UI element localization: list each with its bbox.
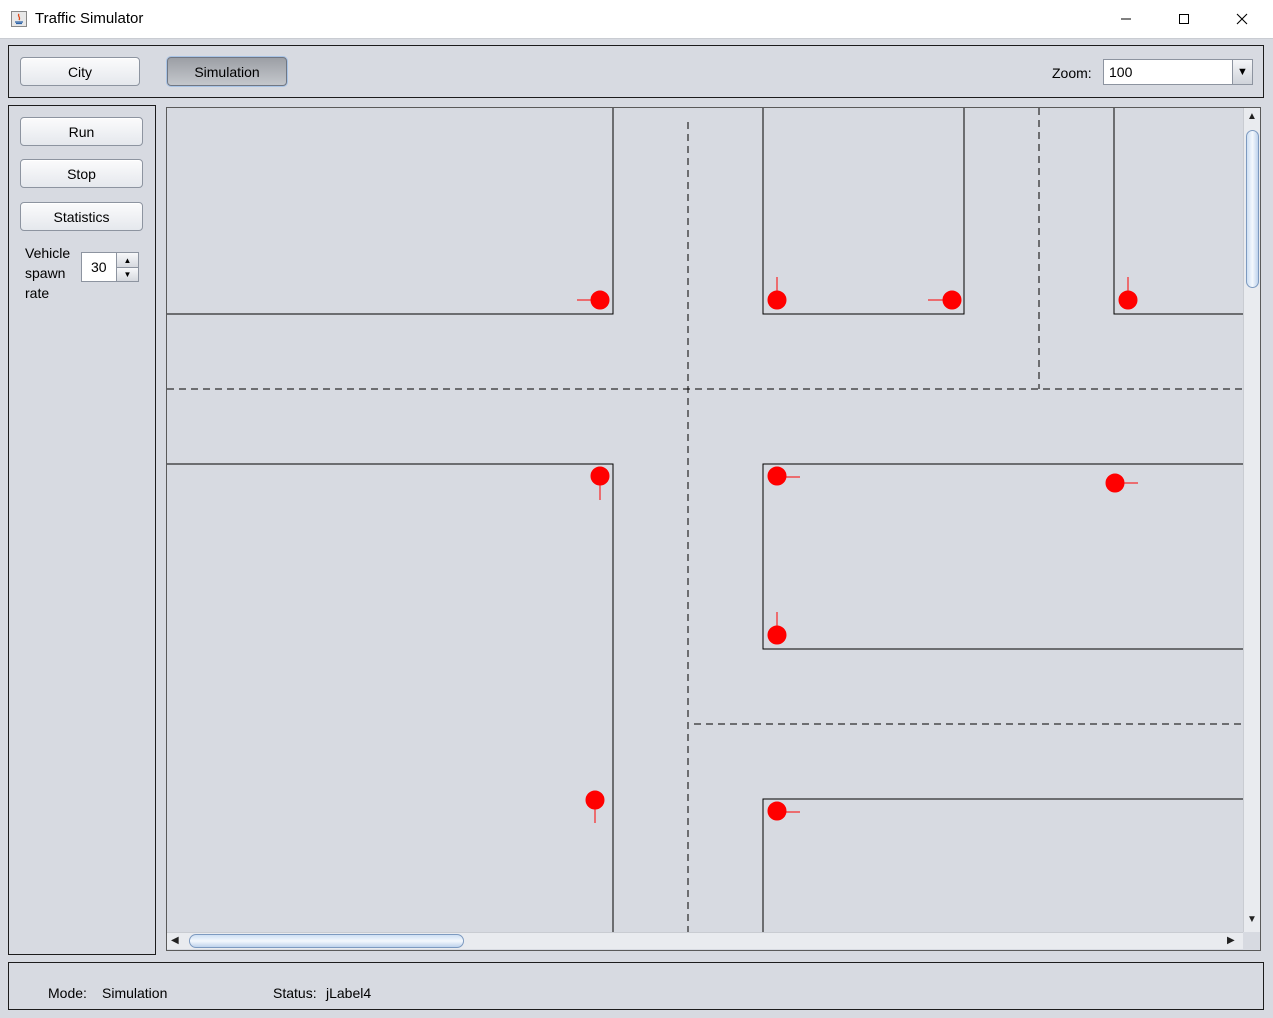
title-bar: Traffic Simulator	[0, 0, 1273, 39]
vehicle	[767, 277, 787, 310]
vehicle	[767, 466, 800, 486]
window-title: Traffic Simulator	[35, 10, 144, 27]
scroll-up-icon[interactable]: ▲	[1247, 111, 1257, 122]
spinner-up-icon[interactable]: ▲	[116, 253, 138, 267]
block-bottom-left	[167, 463, 614, 932]
horizontal-scrollbar[interactable]: ◀ ▶	[167, 932, 1243, 949]
close-button[interactable]	[1213, 0, 1271, 38]
zoom-value: 100	[1109, 64, 1133, 80]
block-top-middle	[762, 108, 965, 315]
vehicle	[1118, 277, 1138, 310]
close-icon	[1236, 13, 1248, 25]
scroll-corner	[1243, 932, 1260, 949]
vehicle	[590, 466, 610, 500]
simulation-map[interactable]	[167, 108, 1243, 932]
zoom-select[interactable]: 100 ▼	[1103, 59, 1253, 85]
horizontal-scroll-thumb[interactable]	[189, 934, 464, 948]
run-button[interactable]: Run	[20, 117, 143, 146]
scroll-left-icon[interactable]: ◀	[171, 935, 179, 946]
control-panel	[8, 105, 156, 955]
block-top-left	[167, 108, 614, 315]
vehicle	[767, 801, 800, 821]
mode-label: Mode:	[48, 985, 87, 1001]
block-top-right	[1113, 108, 1243, 315]
status-label: Status:	[273, 985, 317, 1001]
block-bottom-right	[762, 798, 1243, 932]
spawn-rate-label-line2: spawn	[25, 265, 66, 281]
vehicle	[928, 290, 962, 310]
vehicle	[585, 790, 605, 823]
status-bar	[8, 962, 1264, 1010]
vertical-scrollbar[interactable]: ▲ ▼	[1243, 108, 1260, 932]
vehicle	[1105, 473, 1138, 493]
java-app-icon	[11, 11, 27, 27]
stop-button[interactable]: Stop	[20, 159, 143, 188]
maximize-button[interactable]	[1155, 0, 1213, 38]
vehicle	[577, 290, 610, 310]
spawn-rate-spinner[interactable]: 30 ▲ ▼	[81, 252, 139, 282]
minimize-button[interactable]	[1097, 0, 1155, 38]
scroll-down-icon[interactable]: ▼	[1247, 914, 1257, 925]
chevron-down-icon[interactable]: ▼	[1232, 60, 1252, 84]
block-middle-right	[762, 463, 1243, 650]
scroll-right-icon[interactable]: ▶	[1227, 935, 1235, 946]
city-mode-button[interactable]: City	[20, 57, 140, 86]
vehicle	[767, 612, 787, 645]
spawn-rate-label-line1: Vehicle	[25, 245, 71, 261]
road-map	[167, 108, 1243, 932]
minimize-icon	[1121, 18, 1131, 20]
spawn-rate-label-line3: rate	[25, 285, 50, 301]
statistics-button[interactable]: Statistics	[20, 202, 143, 231]
maximize-icon	[1179, 14, 1189, 24]
status-value: jLabel4	[326, 985, 372, 1001]
spinner-down-icon[interactable]: ▼	[116, 267, 138, 281]
spawn-rate-value: 30	[91, 259, 107, 275]
mode-value: Simulation	[102, 985, 168, 1001]
zoom-label: Zoom:	[1052, 65, 1092, 81]
vertical-scroll-thumb[interactable]	[1246, 130, 1259, 288]
simulation-mode-button[interactable]: Simulation	[167, 57, 287, 86]
